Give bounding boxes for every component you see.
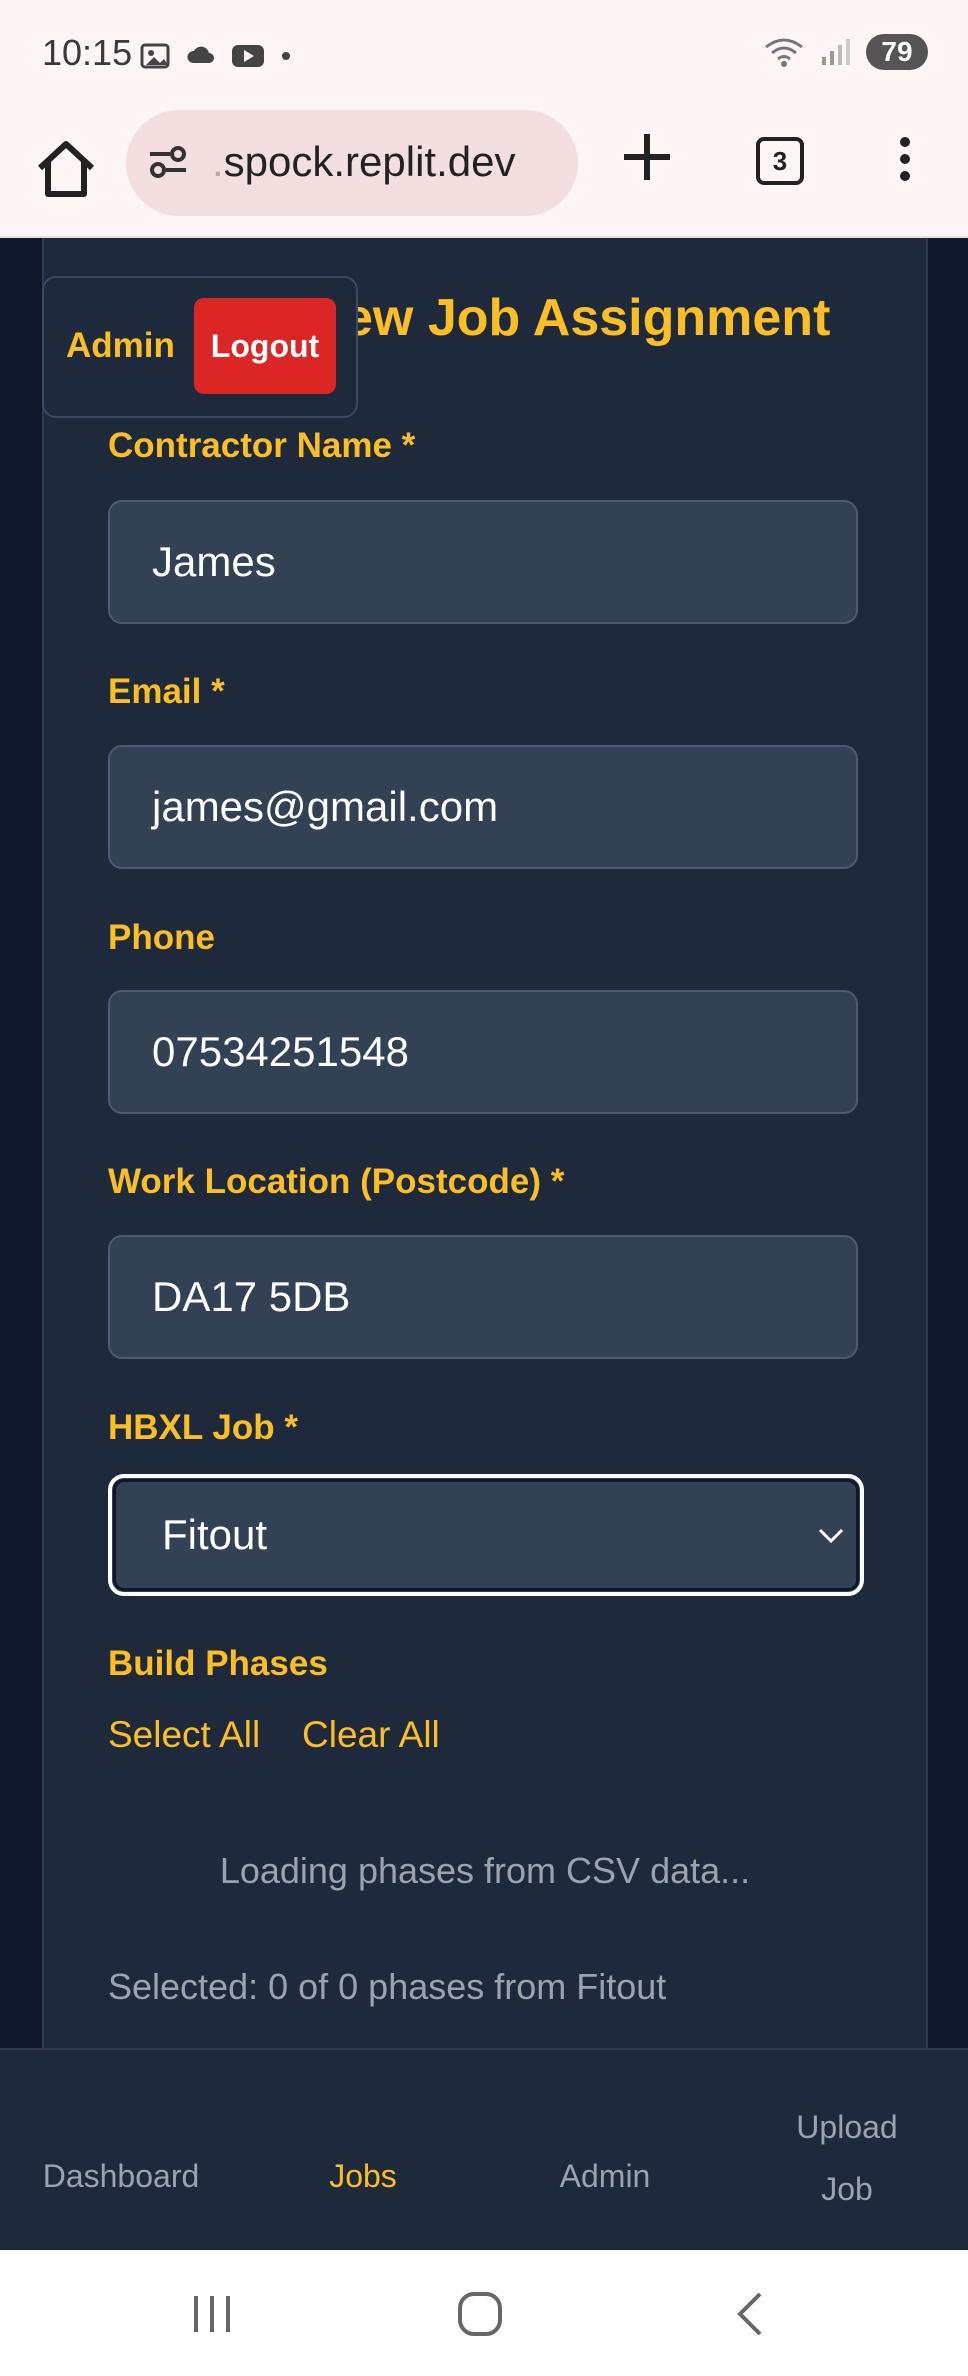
url-prefix: . bbox=[212, 138, 224, 185]
select-all-button[interactable]: Select All bbox=[108, 1714, 260, 1756]
hbxl-job-label: HBXL Job * bbox=[108, 1408, 298, 1447]
tabs-icon[interactable]: 3 bbox=[756, 137, 804, 185]
battery-indicator: 79 bbox=[866, 34, 928, 70]
nav-upload-job[interactable]: Upload Job bbox=[726, 2096, 968, 2220]
admin-role-label: Admin bbox=[66, 326, 175, 365]
dot-icon bbox=[282, 52, 290, 60]
postcode-input[interactable]: DA17 5DB bbox=[108, 1235, 858, 1359]
contractor-name-input[interactable]: James bbox=[108, 500, 858, 624]
wifi-icon bbox=[765, 38, 803, 67]
url-domain: spock.replit.dev bbox=[223, 138, 516, 185]
phases-loading-text: Loading phases from CSV data... bbox=[219, 1850, 751, 1891]
status-right: 79 bbox=[764, 34, 928, 70]
admin-user-chip: Admin Logout bbox=[42, 276, 358, 418]
screenshot-icon bbox=[140, 43, 170, 69]
clear-all-button[interactable]: Clear All bbox=[302, 1714, 440, 1756]
page-content: ew Job Assignment Contractor Name * Jame… bbox=[0, 238, 968, 2048]
status-bar: 10:15 79 bbox=[0, 0, 968, 106]
notification-icons bbox=[138, 36, 294, 76]
logout-button[interactable]: Logout bbox=[194, 298, 336, 394]
bottom-navigation: Dashboard Jobs Admin Upload Job bbox=[0, 2048, 968, 2252]
back-icon[interactable] bbox=[730, 2290, 770, 2338]
hbxl-job-select[interactable]: Fitout bbox=[108, 1474, 864, 1596]
home-nav-icon[interactable] bbox=[456, 2290, 504, 2338]
phone-input[interactable]: 07534251548 bbox=[108, 990, 858, 1114]
postcode-label: Work Location (Postcode) * bbox=[108, 1162, 565, 1201]
url-text: .spock.replit.dev bbox=[212, 138, 515, 186]
nav-jobs[interactable]: Jobs bbox=[242, 2158, 484, 2195]
nav-upload-job-line2: Job bbox=[821, 2171, 873, 2207]
youtube-icon bbox=[232, 45, 264, 67]
phases-selected-summary: Selected: 0 of 0 phases from Fitout bbox=[108, 1966, 667, 2007]
hbxl-job-selected-value: Fitout bbox=[162, 1511, 268, 1558]
phone-label: Phone bbox=[108, 918, 215, 957]
plus-icon[interactable] bbox=[618, 128, 676, 186]
signal-icon bbox=[822, 39, 850, 65]
email-label: Email * bbox=[108, 672, 225, 711]
nav-upload-job-line1: Upload bbox=[796, 2109, 898, 2145]
recents-icon[interactable] bbox=[190, 2292, 234, 2336]
home-icon[interactable] bbox=[30, 134, 102, 206]
site-settings-icon[interactable] bbox=[146, 140, 190, 184]
nav-dashboard[interactable]: Dashboard bbox=[0, 2158, 242, 2195]
system-navigation-bar bbox=[0, 2250, 968, 2376]
job-assignment-card: ew Job Assignment Contractor Name * Jame… bbox=[42, 238, 928, 2048]
form-title: ew Job Assignment bbox=[344, 289, 831, 347]
status-time: 10:15 bbox=[42, 32, 133, 73]
build-phases-label: Build Phases bbox=[108, 1644, 328, 1683]
nav-admin[interactable]: Admin bbox=[484, 2158, 726, 2195]
overflow-menu-icon[interactable] bbox=[880, 134, 930, 184]
address-bar[interactable]: .spock.replit.dev bbox=[126, 110, 578, 216]
email-input[interactable]: james@gmail.com bbox=[108, 745, 858, 869]
browser-toolbar: .spock.replit.dev 3 bbox=[0, 106, 968, 238]
cloud-icon bbox=[187, 46, 214, 63]
chevron-down-icon bbox=[818, 1528, 844, 1544]
contractor-name-label: Contractor Name * bbox=[108, 426, 416, 465]
